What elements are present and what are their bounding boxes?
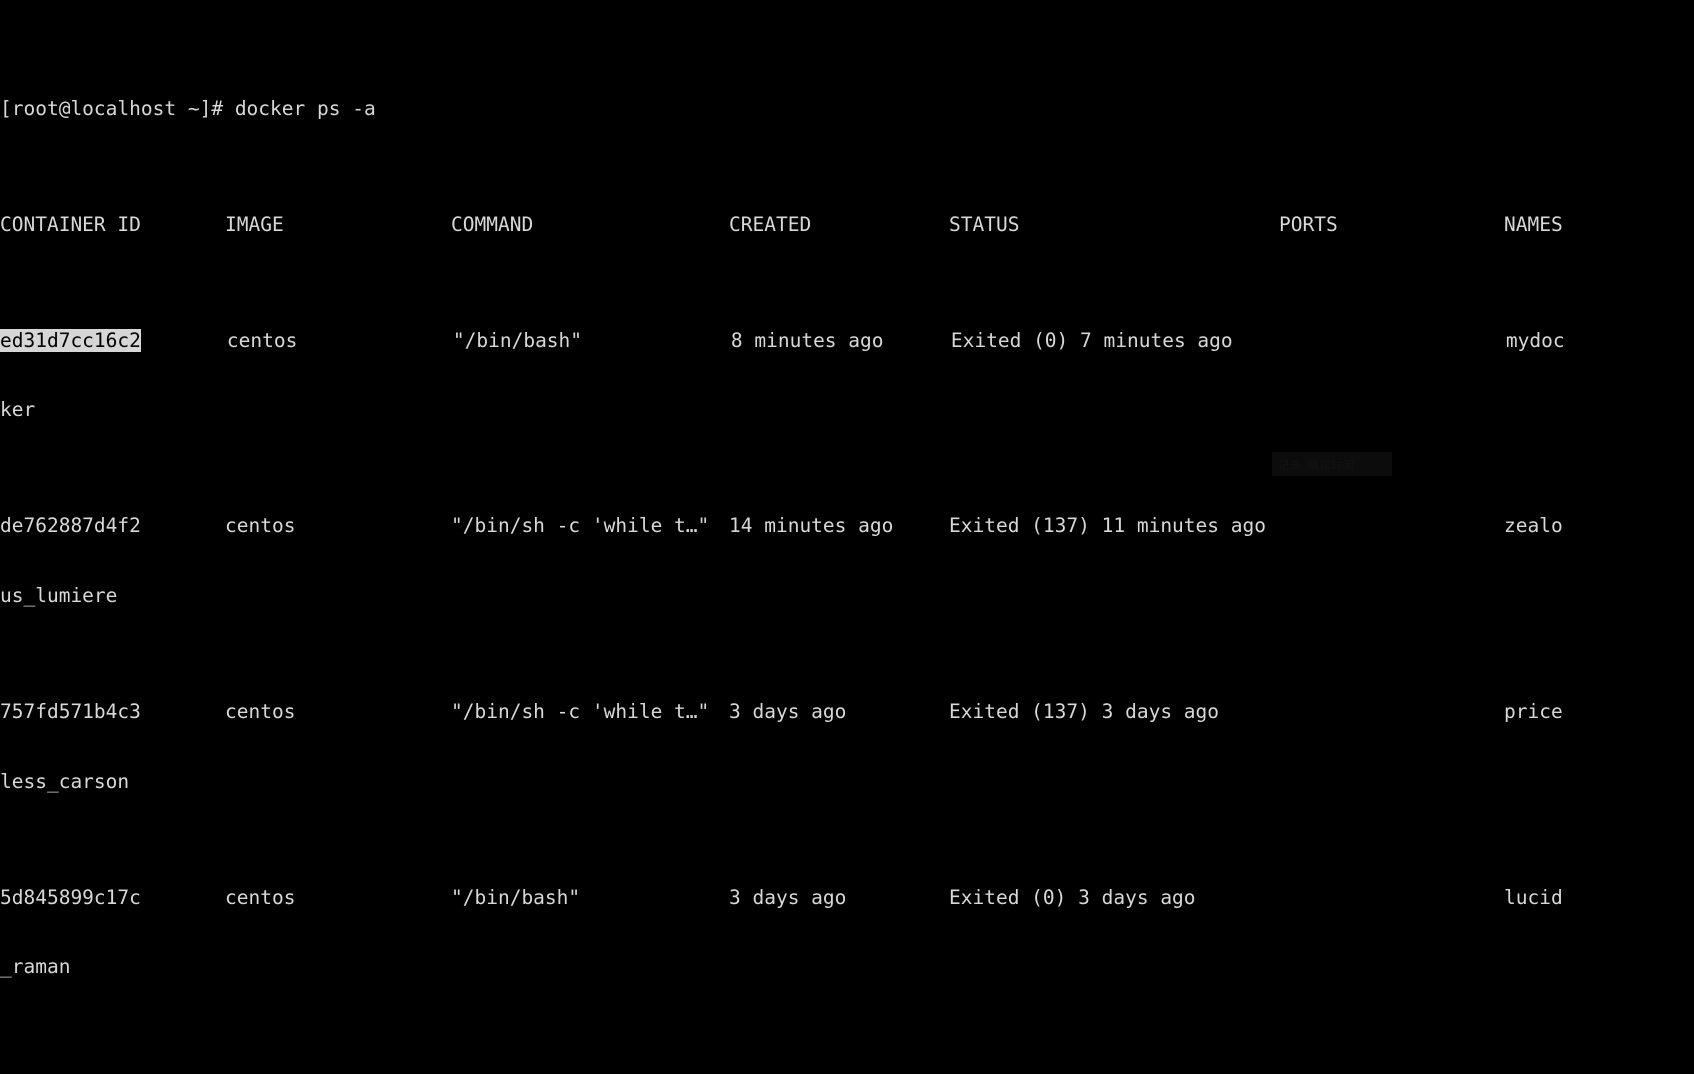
cell-image: centos — [225, 1071, 451, 1074]
cell-container-id[interactable]: 757fd571b4c3 — [0, 700, 225, 723]
cell-names-tail: us_lumiere — [0, 584, 118, 607]
table-row-wrap: less_carson — [0, 770, 1694, 793]
cell-created: 3 days ago — [729, 700, 847, 723]
command-docker-ps-a: docker ps -a — [234, 96, 376, 120]
cell-command: "/bin/sh -c 'while t…" — [451, 514, 710, 538]
cell-names-head: zealo — [1504, 514, 1563, 538]
header-status: STATUS — [949, 212, 1020, 236]
cell-status: Exited (0) 3 days ago — [949, 1071, 1279, 1074]
header-names: NAMES — [1504, 212, 1563, 236]
cell-names-head: mydoc — [1505, 328, 1565, 352]
cell-image: centos — [225, 700, 296, 723]
table-row[interactable]: de762887d4f2 centos "/bin/sh -c 'while t…"… — [0, 514, 1694, 537]
cell-names-head: price — [1504, 700, 1563, 723]
cell-created: 8 minutes ago — [730, 328, 884, 352]
cell-names-tail: less_carson — [0, 769, 130, 793]
header-command: COMMAND — [451, 212, 534, 236]
table-row-wrap: ker — [0, 398, 1694, 421]
ps-a-header-row: CONTAINER ID IMAGE COMMAND CREATED STATUS POR… — [0, 213, 1694, 236]
command-spacer — [223, 97, 235, 120]
terminal-line-command-ps-a: [root@localhost ~]# docker ps -a — [0, 97, 1694, 120]
cell-command: "/bin/echo 'hello wo…" — [451, 1071, 729, 1074]
cell-command: "/bin/bash" — [452, 328, 583, 352]
cell-image: centos — [225, 885, 296, 909]
header-image: IMAGE — [225, 212, 284, 236]
cell-created: 14 minutes ago — [729, 514, 894, 538]
cell-names-head: lucid — [1504, 885, 1563, 909]
table-row[interactable]: ed31d7cc16c2 centos "/bin/bash" 8 minutes … — [0, 328, 1694, 353]
cell-status: Exited (137) 11 minutes ago — [949, 514, 1266, 538]
cell-container-id[interactable]: 5d845899c17c — [0, 886, 225, 909]
shell-prompt: [root@localhost ~]# — [0, 96, 224, 120]
cell-image: centos — [226, 328, 298, 352]
ports-watermark-artifact: 记录 编辑时间 — [1272, 452, 1392, 476]
cell-names-head: trust — [1504, 1071, 1563, 1074]
cell-status: Exited (0) 3 days ago — [949, 885, 1196, 909]
cell-command: "/bin/bash" — [451, 885, 581, 909]
cell-names-tail: _raman — [0, 955, 71, 979]
header-ports: PORTS — [1279, 212, 1338, 236]
table-row[interactable]: 5d845899c17c centos "/bin/bash" 3 days ago E… — [0, 886, 1694, 909]
table-row[interactable]: d2916b74a519centos"/bin/echo 'hello wo…"… — [0, 1071, 1694, 1074]
cell-names-tail: ker — [0, 398, 36, 422]
table-row[interactable]: 757fd571b4c3 centos "/bin/sh -c 'while t…"… — [0, 700, 1694, 723]
header-created: CREATED — [729, 212, 812, 236]
cell-created: 3 days ago — [729, 1071, 949, 1074]
cell-status: Exited (0) 7 minutes ago — [950, 328, 1233, 352]
cell-container-id[interactable]: de762887d4f2 — [0, 514, 225, 537]
cell-command: "/bin/sh -c 'while t…" — [451, 700, 710, 723]
table-row-wrap: _raman — [0, 955, 1694, 978]
cell-image: centos — [225, 514, 296, 538]
cell-created: 3 days ago — [729, 885, 847, 909]
cell-container-id[interactable]: d2916b74a519 — [0, 1071, 225, 1074]
cell-container-id[interactable]: ed31d7cc16c2 — [0, 328, 141, 353]
header-container-id: CONTAINER ID — [0, 212, 141, 236]
pad-1 — [141, 329, 227, 352]
table-row-wrap: us_lumiere — [0, 584, 1694, 607]
terminal-window[interactable]: [root@localhost ~]# docker ps -a CONTAIN… — [0, 0, 1694, 1074]
cell-status: Exited (137) 3 days ago — [949, 700, 1220, 723]
